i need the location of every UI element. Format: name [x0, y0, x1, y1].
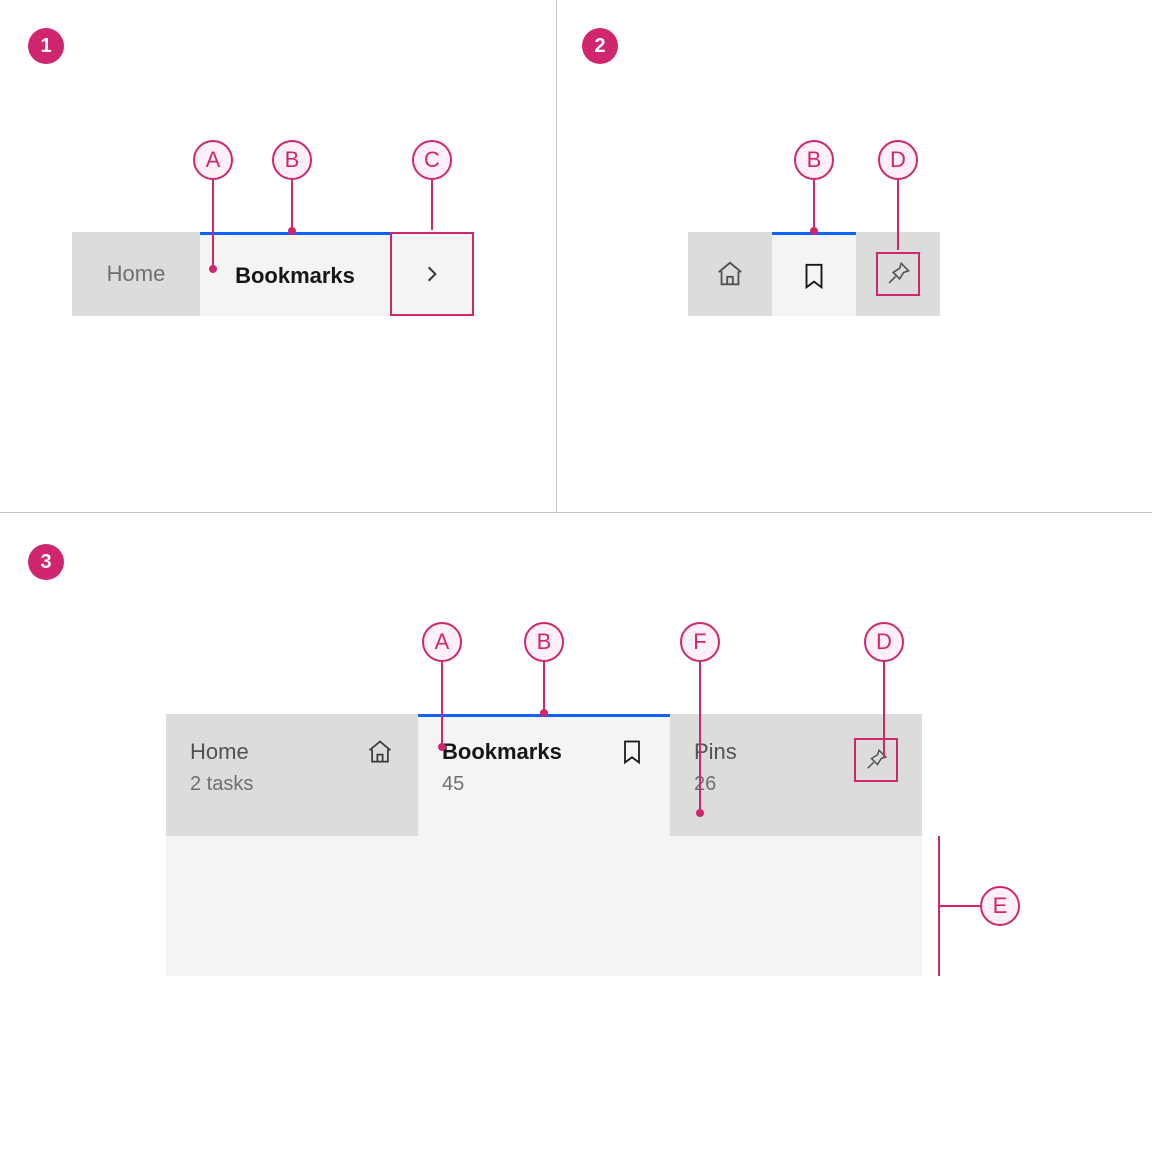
tab3-home[interactable]: Home 2 tasks: [166, 714, 418, 836]
callout-B-2: B: [794, 140, 834, 235]
callout-A-3: A: [422, 622, 462, 751]
callout-B-3: B: [524, 622, 564, 717]
tab3-home-title: Home: [190, 738, 253, 767]
callout-A: A: [193, 140, 233, 273]
pin-highlight-box: [876, 252, 920, 296]
panel-badge-1: 1: [28, 28, 64, 64]
tab-overflow-button[interactable]: [390, 232, 474, 316]
tab-panel-content: [166, 836, 922, 976]
callout-F: F: [680, 622, 720, 817]
bookmark-icon: [618, 738, 646, 766]
callout-E: E: [966, 886, 1020, 926]
home-icon: [715, 259, 745, 289]
callout-D: D: [878, 140, 918, 250]
tab-bookmarks-label: Bookmarks: [235, 263, 355, 289]
tab-bookmark-icon[interactable]: [772, 232, 856, 316]
bookmark-icon: [799, 261, 829, 291]
panel-badge-3: 3: [28, 544, 64, 580]
content-bracket-tick: [938, 905, 966, 907]
callout-B: B: [272, 140, 312, 235]
tab3-home-sub: 2 tasks: [190, 773, 253, 796]
tabbar-detailed: Home 2 tasks Bookmarks 45 Pins 26: [166, 714, 922, 836]
chevron-right-icon: [423, 265, 441, 283]
tabbar-text: Home Bookmarks: [72, 232, 474, 316]
callout-D-3: D: [864, 622, 904, 758]
home-icon: [366, 738, 394, 766]
callout-C: C: [412, 140, 452, 230]
pin-icon: [885, 261, 911, 287]
tab3-bookmarks-sub: 45: [442, 773, 562, 796]
tab-home[interactable]: Home: [72, 232, 200, 316]
panel-badge-2: 2: [582, 28, 618, 64]
tab-home-label: Home: [107, 261, 166, 287]
divider-vertical: [556, 0, 557, 512]
divider-horizontal: [0, 512, 1152, 513]
tab-home-icon[interactable]: [688, 232, 772, 316]
